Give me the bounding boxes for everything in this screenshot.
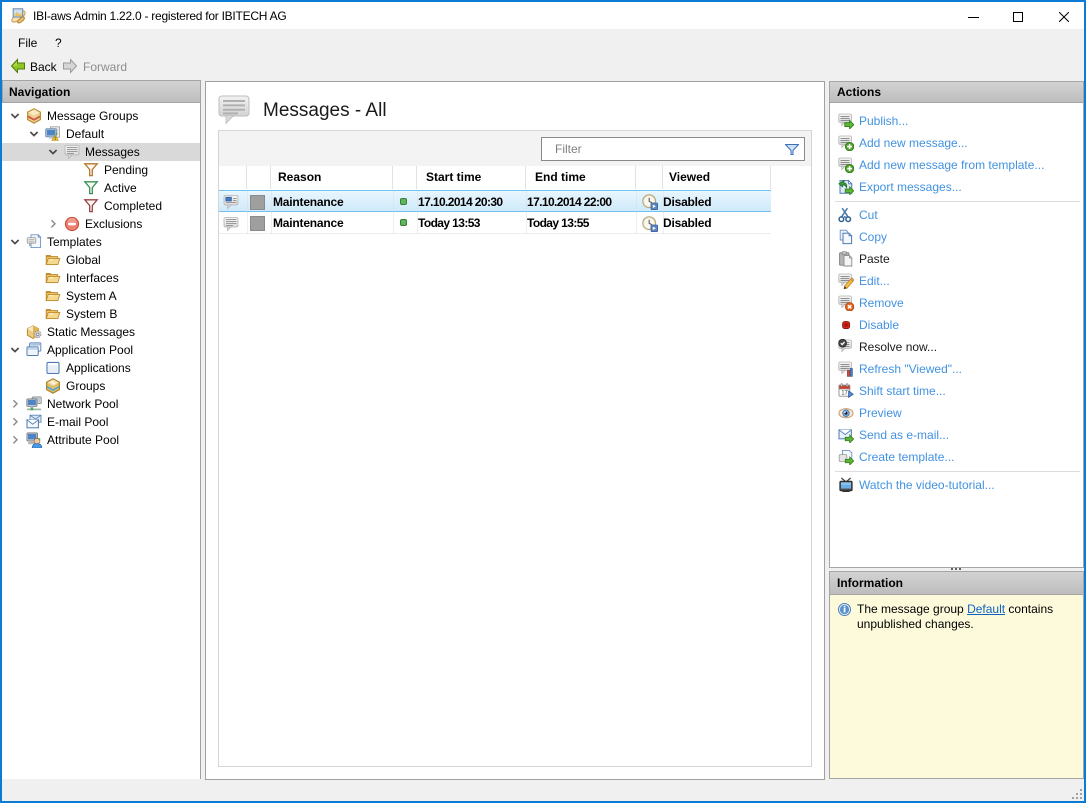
svg-text:17: 17: [841, 390, 848, 396]
